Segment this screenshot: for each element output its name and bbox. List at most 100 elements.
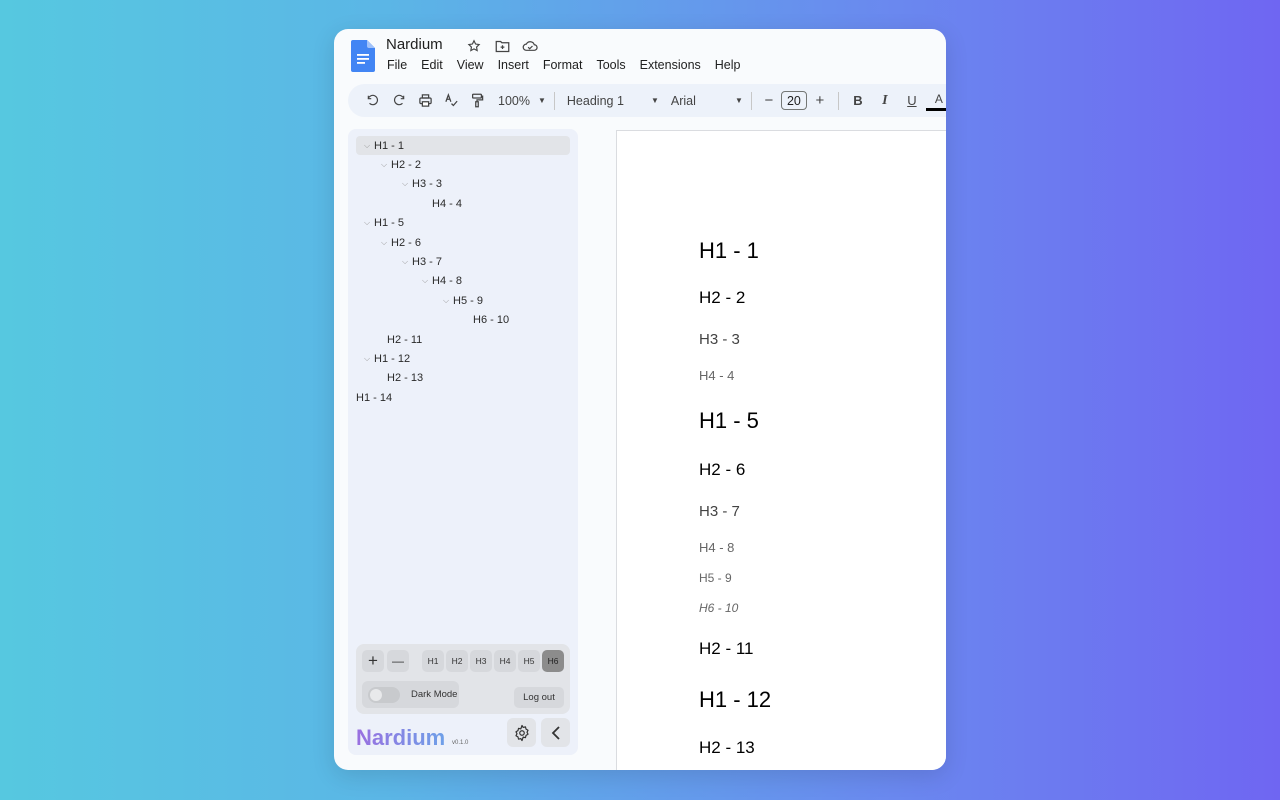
level-h1-button[interactable]: H1 bbox=[422, 650, 444, 672]
outline-controls: + — H1 H2 H3 H4 H5 H6 Dark Mode Log out bbox=[356, 644, 570, 714]
chevron-down-icon[interactable]: ⌵ bbox=[400, 257, 410, 267]
outline-item-label: H4 - 8 bbox=[432, 275, 462, 288]
outline-item[interactable]: H1 - 14 bbox=[356, 388, 570, 407]
font-select[interactable]: Arial ▼ bbox=[671, 94, 743, 108]
style-select[interactable]: Heading 1 ▼ bbox=[563, 94, 659, 108]
google-docs-icon[interactable] bbox=[351, 40, 375, 72]
logout-button[interactable]: Log out bbox=[514, 687, 564, 708]
chevron-down-icon: ▼ bbox=[734, 96, 743, 105]
redo-icon[interactable] bbox=[386, 88, 412, 114]
dark-mode-toggle[interactable] bbox=[368, 686, 400, 703]
chevron-down-icon[interactable]: ⌵ bbox=[379, 160, 389, 170]
menu-extensions[interactable]: Extensions bbox=[640, 58, 701, 72]
outline-item-label: H5 - 9 bbox=[453, 294, 483, 307]
outline-item[interactable]: H2 - 13 bbox=[356, 369, 570, 388]
document-heading-h3[interactable]: H3 - 3 bbox=[699, 331, 740, 348]
document-heading-h6[interactable]: H6 - 10 bbox=[699, 601, 738, 615]
document-heading-h4[interactable]: H4 - 8 bbox=[699, 540, 734, 555]
increase-font-size-button[interactable]: + bbox=[810, 88, 830, 114]
bold-button[interactable]: B bbox=[845, 88, 871, 114]
chevron-left-icon bbox=[551, 725, 560, 740]
outline-item[interactable]: H2 - 11 bbox=[356, 330, 570, 349]
document-heading-h5[interactable]: H5 - 9 bbox=[699, 571, 732, 585]
italic-button[interactable]: I bbox=[872, 88, 898, 114]
expand-all-button[interactable]: + bbox=[362, 650, 384, 672]
document-heading-h2[interactable]: H2 - 11 bbox=[699, 639, 754, 659]
menu-help[interactable]: Help bbox=[715, 58, 741, 72]
chevron-down-icon[interactable]: ⌵ bbox=[420, 276, 430, 286]
outline-item-label: H6 - 10 bbox=[473, 314, 510, 327]
outline-item[interactable]: ⌵ H4 - 8 bbox=[356, 272, 570, 291]
menu-format[interactable]: Format bbox=[543, 58, 583, 72]
app-window: Nardium File Edit View Insert Format Too… bbox=[334, 29, 946, 770]
collapse-all-button[interactable]: — bbox=[387, 650, 409, 672]
style-value: Heading 1 bbox=[566, 93, 624, 108]
document-heading-h2[interactable]: H2 - 6 bbox=[699, 460, 745, 480]
document-heading-h2[interactable]: H2 - 2 bbox=[699, 288, 745, 308]
chevron-down-icon[interactable]: ⌵ bbox=[400, 179, 410, 189]
decrease-font-size-button[interactable]: − bbox=[760, 88, 778, 114]
document-page[interactable]: H1 - 1 H2 - 2 H3 - 3 H4 - 4 H1 - 5 H2 - 6 H3 -… bbox=[616, 130, 946, 770]
document-heading-h1[interactable]: H1 - 12 bbox=[699, 687, 771, 713]
outline-item-label: H1 - 5 bbox=[374, 217, 404, 230]
collapse-sidebar-button[interactable] bbox=[541, 718, 570, 747]
outline-item[interactable]: ⌵ H2 - 2 bbox=[356, 155, 570, 174]
outline-item-label: H1 - 1 bbox=[374, 139, 404, 152]
chevron-down-icon[interactable]: ⌵ bbox=[362, 141, 372, 151]
chevron-down-icon[interactable]: ⌵ bbox=[362, 218, 372, 228]
document-heading-h1[interactable]: H1 - 5 bbox=[699, 408, 759, 434]
paint-format-icon[interactable] bbox=[464, 88, 490, 114]
menu-bar: File Edit View Insert Format Tools Exten… bbox=[387, 58, 755, 72]
chevron-down-icon: ▼ bbox=[650, 96, 659, 105]
font-value: Arial bbox=[670, 93, 696, 108]
zoom-select[interactable]: 100% ▼ bbox=[498, 94, 546, 108]
chevron-down-icon[interactable]: ⌵ bbox=[379, 238, 389, 248]
level-h5-button[interactable]: H5 bbox=[518, 650, 540, 672]
document-title[interactable]: Nardium bbox=[386, 36, 443, 53]
outline-item[interactable]: ⌵ H2 - 6 bbox=[356, 233, 570, 252]
document-heading-h2[interactable]: H2 - 13 bbox=[699, 738, 755, 758]
star-icon[interactable] bbox=[465, 37, 483, 55]
dark-mode-control: Dark Mode bbox=[362, 681, 459, 708]
outline-item[interactable]: ⌵ H3 - 7 bbox=[356, 252, 570, 271]
level-h6-button[interactable]: H6 bbox=[542, 650, 564, 672]
chevron-down-icon[interactable]: ⌵ bbox=[441, 296, 451, 306]
document-heading-h4[interactable]: H4 - 4 bbox=[699, 368, 734, 383]
chevron-down-icon[interactable]: ⌵ bbox=[362, 354, 372, 364]
menu-tools[interactable]: Tools bbox=[596, 58, 625, 72]
gear-icon bbox=[514, 724, 529, 741]
level-h4-button[interactable]: H4 bbox=[494, 650, 516, 672]
spellcheck-icon[interactable] bbox=[438, 88, 464, 114]
divider bbox=[750, 91, 752, 110]
level-h2-button[interactable]: H2 bbox=[446, 650, 468, 672]
underline-button[interactable]: U bbox=[899, 88, 925, 114]
outline-item-label: H1 - 14 bbox=[356, 391, 393, 404]
menu-insert[interactable]: Insert bbox=[498, 58, 529, 72]
menu-file[interactable]: File bbox=[387, 58, 407, 72]
menu-view[interactable]: View bbox=[457, 58, 484, 72]
font-size-input[interactable]: 20 bbox=[780, 91, 807, 110]
chevron-down-icon: ▼ bbox=[537, 96, 546, 105]
outline-item[interactable]: ⌵ H1 - 1 bbox=[356, 136, 570, 156]
document-heading-h3[interactable]: H3 - 7 bbox=[699, 503, 740, 520]
dark-mode-label: Dark Mode bbox=[411, 689, 458, 700]
outline-item[interactable]: ⌵ H1 - 5 bbox=[356, 214, 570, 233]
undo-icon[interactable] bbox=[360, 88, 386, 114]
menu-edit[interactable]: Edit bbox=[421, 58, 443, 72]
document-heading-h1[interactable]: H1 - 1 bbox=[699, 238, 759, 264]
outline-item[interactable]: H4 - 4 bbox=[356, 194, 570, 213]
move-to-folder-icon[interactable] bbox=[493, 37, 511, 55]
outline-tree: ⌵ H1 - 1 ⌵ H2 - 2 ⌵ H3 - 3 H4 - 4 ⌵ H1 - 5 ⌵ H2 - … bbox=[356, 136, 570, 407]
level-h3-button[interactable]: H3 bbox=[470, 650, 492, 672]
outline-item[interactable]: ⌵ H1 - 12 bbox=[356, 349, 570, 368]
cloud-status-icon[interactable] bbox=[521, 37, 539, 55]
outline-item[interactable]: ⌵ H3 - 3 bbox=[356, 175, 570, 194]
settings-button[interactable] bbox=[507, 718, 536, 747]
outline-item[interactable]: H6 - 10 bbox=[356, 311, 570, 330]
outline-sidebar: ⌵ H1 - 1 ⌵ H2 - 2 ⌵ H3 - 3 H4 - 4 ⌵ H1 - 5 ⌵ H2 - … bbox=[348, 129, 578, 755]
outline-item-label: H2 - 13 bbox=[387, 372, 424, 385]
outline-item[interactable]: ⌵ H5 - 9 bbox=[356, 291, 570, 310]
toolbar: 100% ▼ Heading 1 ▼ Arial ▼ − 20 + B I U … bbox=[348, 84, 946, 117]
print-icon[interactable] bbox=[412, 88, 438, 114]
text-color-button[interactable]: A bbox=[925, 91, 946, 111]
